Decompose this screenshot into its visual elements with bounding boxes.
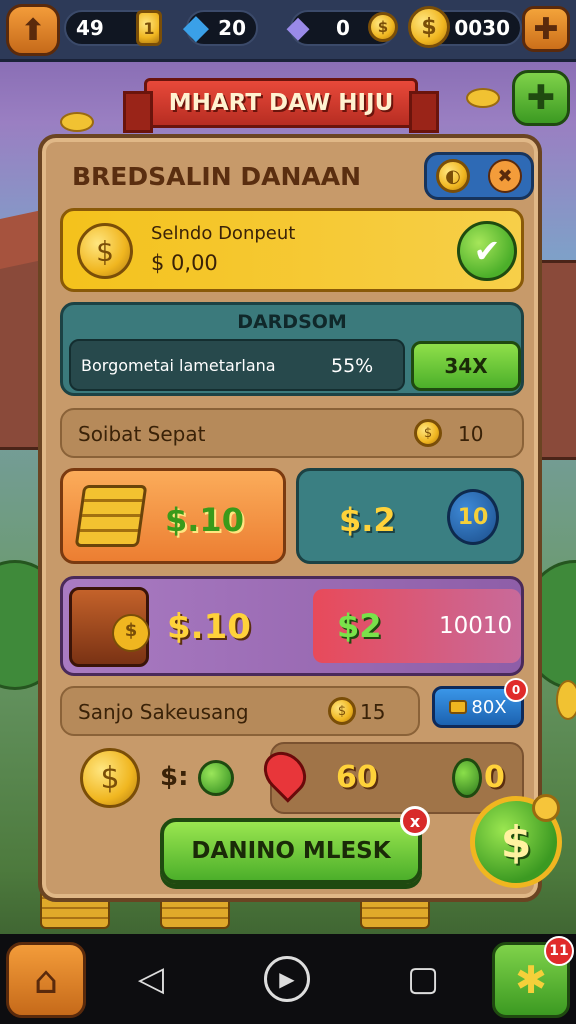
home-circle-icon: ▶ [279,967,295,991]
puzzle-icon: ✱ [515,958,547,1002]
deposit-value: $ 0,00 [151,251,218,275]
gold-bars-icon [74,485,148,547]
offer-gold-bars[interactable]: $.10 [60,468,286,564]
level-up-button[interactable]: ⬆ [6,4,60,56]
main-action-button[interactable]: DANINO MLESK [160,818,422,884]
recents-icon: ▢ [406,959,440,999]
deposit-row: $ Selndo Donpeut $ 0,00 ✔ [60,208,524,292]
resource-1-value: 49 [76,16,104,40]
plus-icon: ✚ [533,11,559,47]
recents-button[interactable]: ▢ [400,956,446,1002]
chest-price: $.10 [167,607,251,647]
drop-badge-value: 10 [457,504,489,530]
chest-sale-price: $2 [337,607,382,645]
check-icon: ✔ [473,232,501,270]
top-resource-bar: ⬆ 49 1 20 ◆ 0 ◆ $ 0030 $ ✚ [0,0,576,62]
rewards-row: $ $: 60 0 [60,738,524,818]
rate-pill-label: 80X [471,696,507,718]
plus-icon: ✚ [526,78,556,118]
floating-coin [466,88,500,108]
badge-value: 11 [549,943,569,959]
green-orb-icon [198,760,234,796]
bonus-row: DARDSOM Borgometai lametarlana 55% 34X [60,302,524,396]
offer-teal[interactable]: $.2 10 [296,468,524,564]
green-egg-icon [452,758,482,798]
bonus-header: DARDSOM [237,311,347,333]
row1-label: Soibat Sepat [78,422,206,446]
home-system-button[interactable]: ▶ [264,956,310,1002]
coin-icon: $ [77,223,133,279]
page-title: MHART DAW HIJU [168,90,394,116]
close-glyph: x [409,811,421,831]
coin-icon: $ [80,748,140,808]
offer-price: $.10 [165,501,244,539]
row1-value: 10 [458,422,484,446]
close-icon[interactable]: x [400,806,430,836]
coin-icon: $ [368,12,398,42]
offer-price: $.2 [339,501,396,539]
info-row-1: Soibat Sepat $ 10 [60,408,524,458]
coin-icon [532,794,560,822]
multiplier-button[interactable]: 34X [411,341,521,391]
notification-badge: 0 [504,678,528,702]
deposit-label: Selndo Donpeut [151,223,296,244]
drop-badge: 10 [447,489,499,545]
coin-icon: $ [408,6,450,48]
main-action-label: DANINO MLESK [191,838,391,864]
coin-icon: ◐ [436,159,470,193]
arrow-up-icon: ⬆ [20,12,46,48]
back-icon: ◁ [137,959,165,999]
bonus-text: Borgometai lametarlana [81,355,276,375]
resource-3-value: 0 [336,16,350,40]
title-ribbon: MHART DAW HIJU [123,78,439,133]
back-button[interactable]: ◁ [128,956,174,1002]
info-row-2: Sanjo Sakeusang $ 15 [60,686,420,736]
resource-4-value: 0030 [454,16,510,40]
blue-gem-icon: ◆ [182,7,210,47]
resource-2-value: 20 [218,16,246,40]
confirm-button[interactable]: ✔ [457,221,517,281]
reward-amount-2: 0 [484,760,505,795]
coin-icon: $ [414,419,442,447]
home-icon: ⌂ [33,958,59,1002]
coin-icon: 1 [136,10,162,46]
notification-badge: 11 [544,936,574,966]
coin-icon: $ [328,697,356,725]
shop-panel: BREDSALIN DANAAN ◐ ✖ $ Selndo Donpeut $ … [38,134,542,902]
add-button[interactable]: ✚ [512,70,570,126]
floating-coin [556,680,576,720]
dollar-icon: $ [500,816,532,868]
chest-value: 10010 [439,613,513,639]
offer-chest[interactable]: $.10 $2 10010 [60,576,524,676]
purple-gem-icon: ◆ [286,9,310,45]
row2-value: 15 [360,700,386,724]
row2-label: Sanjo Sakeusang [78,700,249,724]
multiplier-label: 34X [444,354,488,378]
ticket-icon [449,700,468,714]
floating-coin [60,112,94,132]
bonus-percent: 55% [331,355,374,377]
panel-title: BREDSALIN DANAAN [72,162,361,191]
currency-label: $: [160,762,189,792]
close-icon[interactable]: ✖ [488,159,522,193]
bottom-nav: ⌂ ◁ ▶ ▢ ✱ [0,934,576,1024]
home-button[interactable]: ⌂ [6,942,86,1018]
reward-amount: 60 [336,760,378,795]
panel-toggle[interactable]: ◐ ✖ [424,152,534,200]
add-currency-button[interactable]: ✚ [522,6,570,52]
chest-icon [69,587,150,667]
badge-value: 0 [511,683,521,697]
